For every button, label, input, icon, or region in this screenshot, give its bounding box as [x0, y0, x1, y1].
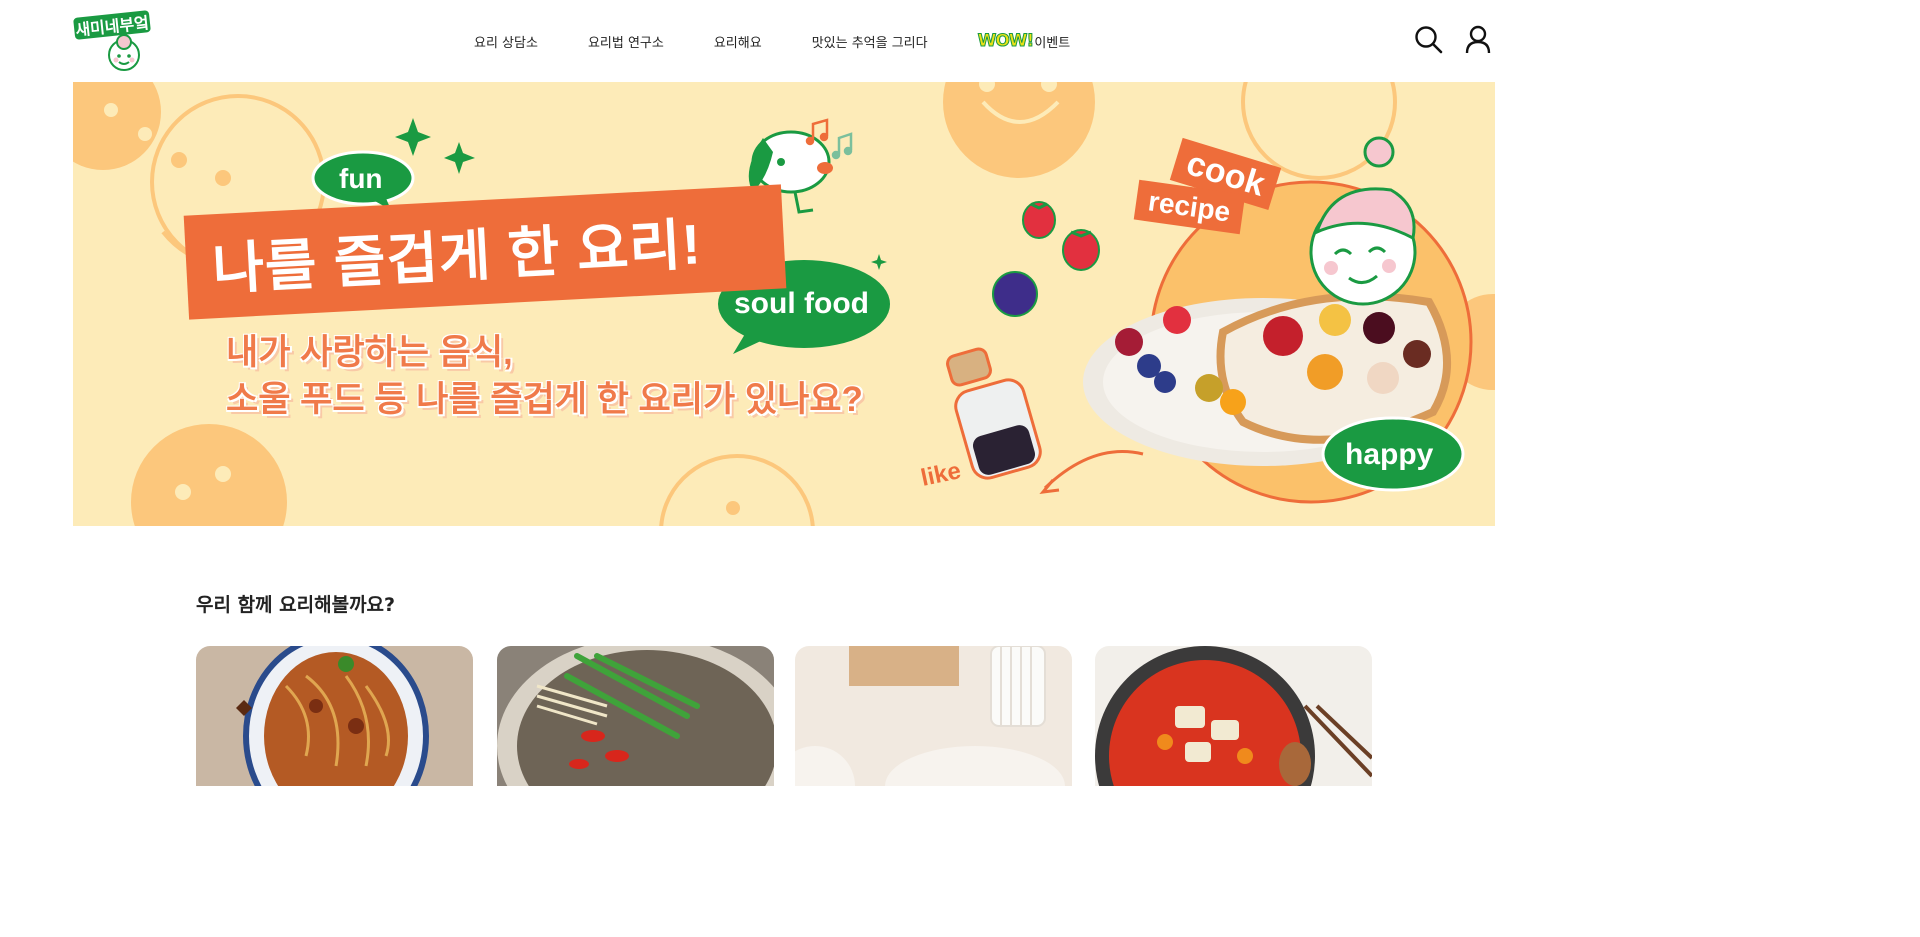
banner-subline-1: 내가 사랑하는 음식, [226, 333, 513, 372]
user-button[interactable] [1462, 24, 1494, 56]
noodle-stir-fry-image [196, 646, 473, 786]
soul-food-bubble-label: soul food [734, 287, 869, 320]
jar-image [946, 347, 1042, 480]
kimchi-stew-image [1095, 646, 1372, 786]
recipe-card[interactable] [795, 646, 1072, 786]
site-logo[interactable]: 새미네부엌 [72, 8, 154, 74]
blueberry-icon [992, 271, 1038, 317]
user-icon [1465, 25, 1491, 54]
fun-bubble-label: fun [339, 163, 383, 194]
search-button[interactable] [1413, 24, 1445, 56]
section-title: 우리 함께 요리해볼까요? [196, 594, 396, 616]
site-header: 새미네부엌 요리 상담소 요리법 연구소 요리해요 맛있는 추억을 그리다 WO… [0, 0, 1568, 82]
nav-item-event-label: 이벤트 [1034, 35, 1071, 51]
nav-item-tasty-memories[interactable]: 맛있는 추억을 그리다 [812, 32, 928, 51]
main-nav: 요리 상담소 요리법 연구소 요리해요 맛있는 추억을 그리다 WOW! 이벤트 [474, 30, 1070, 52]
beef-soup-hotpot-image [497, 646, 774, 786]
recipe-card[interactable] [497, 646, 774, 786]
recipe-card[interactable] [1095, 646, 1372, 786]
nav-item-lets-cook[interactable]: 요리해요 [714, 32, 762, 51]
nav-item-cooking-consult[interactable]: 요리 상담소 [474, 32, 538, 51]
nav-item-recipe-lab[interactable]: 요리법 연구소 [588, 32, 664, 51]
logo-icon: 새미네부엌 [73, 10, 151, 71]
banner-subline-2: 소울 푸드 등 나를 즐겁게 한 요리가 있나요? [226, 380, 863, 419]
strawberry-icon [1022, 201, 1100, 271]
hero-banner[interactable]: 나를 즐겁게 한 요리! fun soul food 내가 사랑하는 음식, 소… [73, 82, 1495, 526]
happy-bubble-label: happy [1345, 438, 1434, 471]
nav-item-event[interactable]: WOW! 이벤트 [977, 31, 1071, 52]
search-icon [1415, 26, 1443, 54]
kitchen-plate-image [795, 646, 1072, 786]
recipe-card[interactable] [196, 646, 473, 786]
wow-badge: WOW! [977, 31, 1035, 52]
